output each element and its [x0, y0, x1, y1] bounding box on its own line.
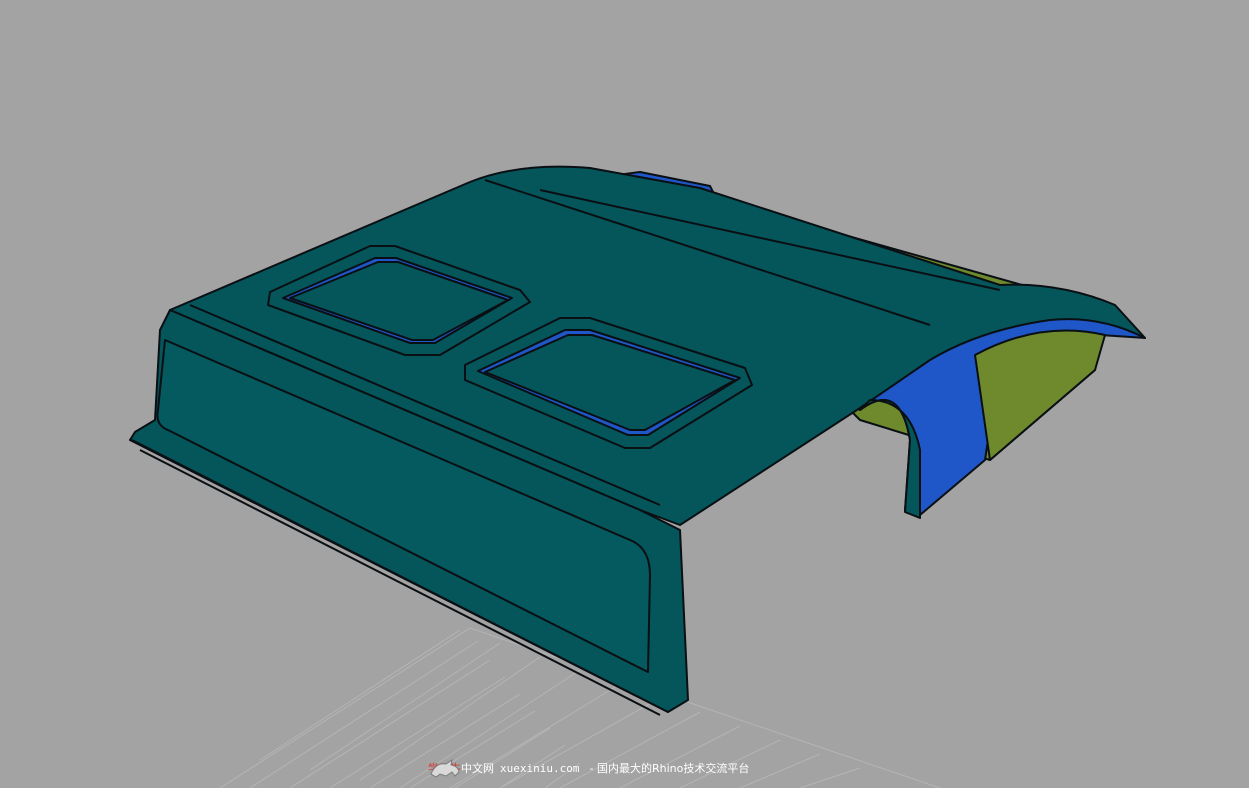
watermark-brand-white: 中文网 [461, 762, 494, 775]
viewport-canvas[interactable] [0, 0, 1249, 788]
rear-window-frame [974, 329, 1106, 461]
watermark-url: xuexiniu.com [500, 761, 580, 775]
rhino-perspective-viewport[interactable]: 学犀牛 中文网 xuexiniu.com - 国内最大的Rhino技术交流平台 [0, 0, 1249, 788]
camper-shell-model[interactable] [129, 165, 1146, 716]
watermark-tagline: - 国内最大的Rhino技术交流平台 [589, 762, 750, 775]
watermark: 学犀牛 中文网 xuexiniu.com - 国内最大的Rhino技术交流平台 [428, 756, 749, 780]
rhino-icon [430, 758, 460, 778]
